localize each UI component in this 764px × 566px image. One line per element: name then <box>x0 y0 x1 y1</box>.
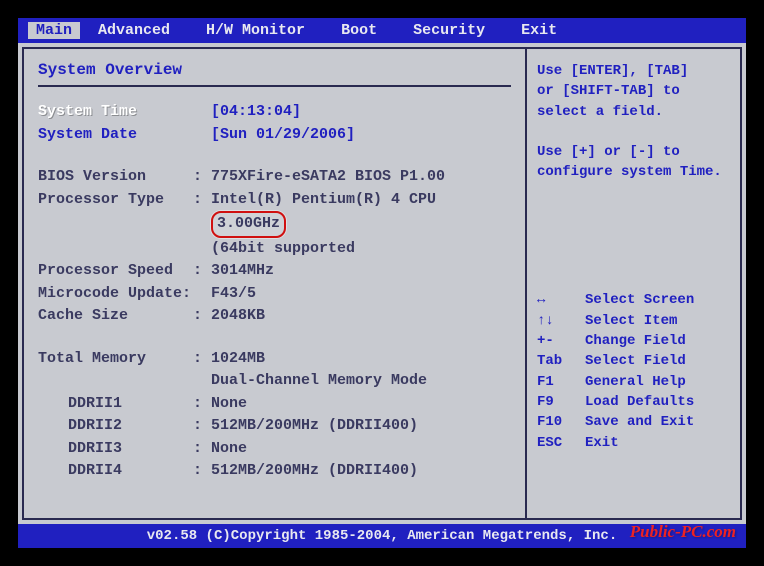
system-time-value[interactable]: [04:13:04] <box>211 101 511 124</box>
system-time-label: System Time <box>38 101 193 124</box>
bios-screen: Main Advanced H/W Monitor Boot Security … <box>18 18 746 548</box>
processor-type-label: Processor Type <box>38 189 193 238</box>
ddr-slot-4-value: 512MB/200MHz (DDRII400) <box>211 460 511 483</box>
cache-size-row: Cache Size : 2048KB <box>38 305 511 328</box>
ddr-slot-1-label: DDRII1 <box>38 393 193 416</box>
microcode-update-value: F43/5 <box>211 283 511 306</box>
tab-security[interactable]: Security <box>395 22 503 39</box>
cache-size-label: Cache Size <box>38 305 193 328</box>
ddr-slot-3-row: DDRII3 : None <box>38 438 511 461</box>
tab-hw-monitor[interactable]: H/W Monitor <box>188 22 323 39</box>
help-change-field: +-Change Field <box>537 331 730 351</box>
menubar: Main Advanced H/W Monitor Boot Security … <box>18 18 746 43</box>
help-general-help: F1General Help <box>537 372 730 392</box>
tab-main[interactable]: Main <box>28 22 80 39</box>
ddr-slot-3-value: None <box>211 438 511 461</box>
tab-boot[interactable]: Boot <box>323 22 395 39</box>
help-select-screen: ↔Select Screen <box>537 290 730 310</box>
processor-speed-label: Processor Speed <box>38 260 193 283</box>
tab-advanced[interactable]: Advanced <box>80 22 188 39</box>
help-select-field: TabSelect Field <box>537 351 730 371</box>
help-exit: ESCExit <box>537 433 730 453</box>
microcode-update-row: Microcode Update: F43/5 <box>38 283 511 306</box>
system-date-value[interactable]: [Sun 01/29/2006] <box>211 124 511 147</box>
help-intro-4: Use [+] or [-] to <box>537 142 730 162</box>
help-intro-5: configure system Time. <box>537 162 730 182</box>
help-load-defaults: F9Load Defaults <box>537 392 730 412</box>
divider <box>38 85 511 87</box>
ddr-slot-4-row: DDRII4 : 512MB/200MHz (DDRII400) <box>38 460 511 483</box>
tab-exit[interactable]: Exit <box>503 22 575 39</box>
processor-64bit: (64bit supported <box>211 238 511 261</box>
total-memory-label: Total Memory <box>38 348 193 371</box>
total-memory-value: 1024MB <box>211 348 511 371</box>
total-memory-row: Total Memory : 1024MB <box>38 348 511 371</box>
help-save-exit: F10Save and Exit <box>537 412 730 432</box>
system-date-label: System Date <box>38 124 193 147</box>
processor-speed-value: 3014MHz <box>211 260 511 283</box>
ddr-slot-2-value: 512MB/200MHz (DDRII400) <box>211 415 511 438</box>
help-intro-2: or [SHIFT-TAB] to <box>537 81 730 101</box>
main-panel: System Overview System Time [04:13:04] S… <box>22 47 527 520</box>
microcode-update-label: Microcode Update: <box>38 283 211 306</box>
processor-type-row: Processor Type : Intel(R) Pentium(R) 4 C… <box>38 189 511 238</box>
bios-version-value: 775XFire-eSATA2 BIOS P1.00 <box>211 166 511 189</box>
section-title: System Overview <box>38 61 511 79</box>
help-intro-1: Use [ENTER], [TAB] <box>537 61 730 81</box>
processor-type-value: Intel(R) Pentium(R) 4 CPU 3.00GHz <box>211 189 511 238</box>
ddr-slot-1-row: DDRII1 : None <box>38 393 511 416</box>
system-time-row[interactable]: System Time [04:13:04] <box>38 101 511 124</box>
ddr-slot-3-label: DDRII3 <box>38 438 193 461</box>
bios-version-row: BIOS Version : 775XFire-eSATA2 BIOS P1.0… <box>38 166 511 189</box>
cpu-speed-highlight: 3.00GHz <box>211 211 286 238</box>
help-panel: Use [ENTER], [TAB] or [SHIFT-TAB] to sel… <box>527 47 742 520</box>
memory-mode-value: Dual-Channel Memory Mode <box>211 370 511 393</box>
watermark: Public-PC.com <box>630 522 736 542</box>
help-select-item: ↑↓Select Item <box>537 311 730 331</box>
content: System Overview System Time [04:13:04] S… <box>18 43 746 524</box>
ddr-slot-4-label: DDRII4 <box>38 460 193 483</box>
processor-speed-row: Processor Speed : 3014MHz <box>38 260 511 283</box>
cache-size-value: 2048KB <box>211 305 511 328</box>
processor-type-row-2: (64bit supported <box>38 238 511 261</box>
ddr-slot-2-row: DDRII2 : 512MB/200MHz (DDRII400) <box>38 415 511 438</box>
memory-mode-row: Dual-Channel Memory Mode <box>38 370 511 393</box>
system-date-row[interactable]: System Date [Sun 01/29/2006] <box>38 124 511 147</box>
ddr-slot-1-value: None <box>211 393 511 416</box>
bios-version-label: BIOS Version <box>38 166 193 189</box>
ddr-slot-2-label: DDRII2 <box>38 415 193 438</box>
help-intro-3: select a field. <box>537 102 730 122</box>
